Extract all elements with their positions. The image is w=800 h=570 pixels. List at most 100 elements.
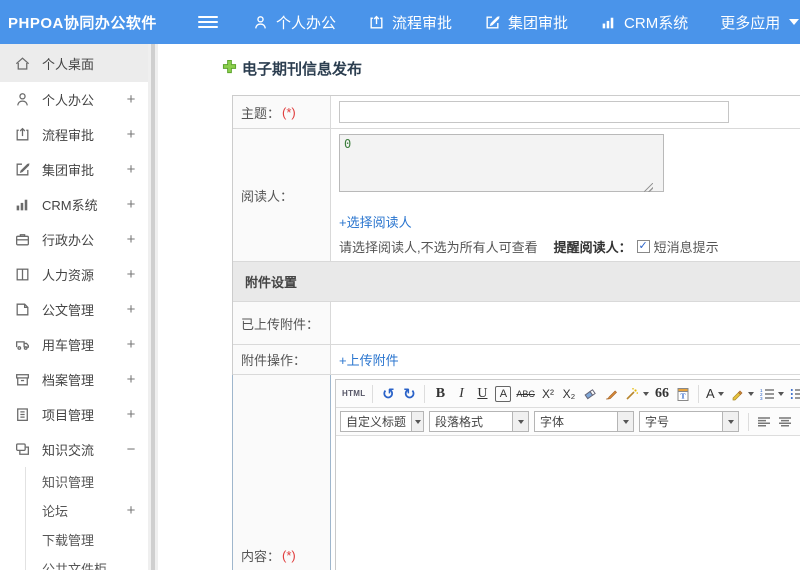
chevron-down-icon — [411, 412, 423, 431]
bold-button[interactable]: B — [430, 383, 450, 404]
text-style-button[interactable]: A — [495, 385, 512, 402]
align-left-icon[interactable] — [754, 411, 774, 432]
italic-button[interactable]: I — [451, 383, 471, 404]
editor-toolbar-row1: HTML ↺ ↻ B I U A ABC X² X₂ 66 T A 1 2 3 — [336, 380, 800, 408]
sidebar-subitem-knowledge-management[interactable]: 知识管理 — [26, 467, 148, 496]
paragraph-format-select[interactable]: 段落格式 — [429, 411, 529, 432]
resize-handle-icon[interactable] — [644, 183, 653, 192]
toolbar-separator — [697, 384, 699, 403]
paste-text-icon[interactable]: T — [673, 383, 693, 404]
sidebar-item-vehicle-management[interactable]: 用车管理 + — [0, 327, 148, 362]
sidebar-item-crm-system[interactable]: CRM系统 + — [0, 187, 148, 222]
sidebar-item-workflow-approval[interactable]: 流程审批 + — [0, 117, 148, 152]
redo-button[interactable]: ↻ — [399, 383, 419, 404]
highlight-color-icon[interactable] — [727, 383, 756, 404]
unordered-list-icon[interactable] — [787, 383, 800, 404]
autoformat-wand-icon[interactable] — [622, 383, 651, 404]
toolbar-separator — [424, 384, 426, 403]
sidebar-subitem-forum[interactable]: 论坛 + — [26, 496, 148, 525]
ordered-list-icon[interactable]: 123 — [757, 383, 786, 404]
sms-label: 短消息提示 — [653, 240, 719, 255]
content-label: 内容： — [241, 548, 281, 564]
readers-textarea[interactable]: 0 — [339, 134, 664, 192]
nav-label: 个人办公 — [276, 14, 337, 32]
form-row-content: 内容： (*) HTML ↺ ↻ B I U A ABC X² X₂ 66 T … — [232, 375, 800, 570]
form-row-attachment-operations: 附件操作： +上传附件 — [233, 345, 800, 375]
subscript-button[interactable]: X₂ — [559, 383, 579, 404]
sidebar-item-document-management[interactable]: 公文管理 + — [0, 292, 148, 327]
sidebar-scrollbar[interactable] — [148, 44, 158, 570]
upload-attachment-link[interactable]: +上传附件 — [339, 350, 399, 369]
uploaded-attachments-label: 已上传附件： — [241, 316, 320, 332]
topbar: PHPOA协同办公软件 个人办公 流程审批 集团审批 CRM系统 更多应用 — [0, 0, 800, 44]
align-right-icon[interactable] — [796, 411, 800, 432]
font-color-button[interactable]: A — [704, 383, 726, 404]
chevron-down-icon — [777, 391, 784, 396]
toolbar-separator — [748, 412, 749, 431]
font-size-select[interactable]: 字号 — [639, 411, 739, 432]
sidebar-submenu-knowledge: 知识管理 论坛 + 下载管理 公共文件柜 — [25, 467, 148, 570]
html-source-button[interactable]: HTML — [340, 383, 367, 404]
sidebar-subitem-download-management[interactable]: 下载管理 — [26, 525, 148, 554]
chat-icon — [14, 441, 31, 458]
edit-icon — [14, 161, 31, 178]
document-icon — [14, 301, 31, 318]
sidebar-item-personal-office[interactable]: 个人办公 + — [0, 82, 148, 117]
clipboard-icon — [14, 406, 31, 423]
editor-content-area[interactable] — [336, 436, 800, 570]
chevron-down-icon — [747, 391, 754, 396]
app-brand: PHPOA协同办公软件 — [8, 14, 157, 32]
hamburger-menu-icon[interactable] — [198, 16, 218, 28]
vehicle-icon — [14, 336, 31, 353]
nav-label: CRM系统 — [624, 14, 689, 32]
sidebar-item-knowledge-exchange[interactable]: 知识交流 − — [0, 432, 148, 467]
subject-label: 主题： — [241, 105, 281, 121]
chevron-down-icon — [512, 412, 528, 431]
top-nav: 个人办公 流程审批 集团审批 CRM系统 更多应用 — [252, 12, 800, 33]
nav-personal-office[interactable]: 个人办公 — [252, 12, 336, 33]
sidebar-item-human-resources[interactable]: 人力资源 + — [0, 257, 148, 292]
form-row-subject: 主题： (*) — [233, 96, 800, 129]
bar-chart-icon — [14, 196, 31, 213]
person-icon — [252, 14, 269, 31]
remind-readers-label: 提醒阅读人： — [553, 240, 632, 255]
chevron-down-icon — [789, 19, 800, 25]
nav-group-approval[interactable]: 集团审批 — [484, 12, 568, 33]
blockquote-button[interactable]: 66 — [652, 383, 672, 404]
attachments-section-header: 附件设置 — [233, 262, 800, 302]
sidebar-item-personal-desktop[interactable]: 个人桌面 — [0, 44, 148, 82]
sidebar-item-project-management[interactable]: 项目管理 + — [0, 397, 148, 432]
custom-style-select[interactable]: 自定义标题 — [340, 411, 424, 432]
subject-input[interactable] — [339, 101, 729, 123]
underline-button[interactable]: U — [472, 383, 492, 404]
workflow-icon — [368, 14, 385, 31]
sms-checkbox[interactable] — [636, 240, 650, 253]
scrollbar-thumb[interactable] — [151, 44, 155, 570]
eraser-icon[interactable] — [580, 383, 600, 404]
page-title: 电子期刊信息发布 — [222, 58, 800, 79]
superscript-button[interactable]: X² — [538, 383, 558, 404]
select-readers-link[interactable]: +选择阅读人 — [339, 212, 412, 231]
nav-more-apps[interactable]: 更多应用 — [720, 12, 800, 33]
align-center-icon[interactable] — [775, 411, 795, 432]
form-row-uploaded-attachments: 已上传附件： — [233, 302, 800, 345]
undo-button[interactable]: ↺ — [378, 383, 398, 404]
editor-toolbar-row2: 自定义标题 段落格式 字体 字号 — [336, 408, 800, 436]
nav-workflow-approval[interactable]: 流程审批 — [368, 12, 452, 33]
chevron-down-icon — [642, 391, 649, 396]
attachment-operations-label: 附件操作： — [241, 353, 307, 368]
required-mark: (*) — [282, 547, 296, 563]
nav-crm-system[interactable]: CRM系统 — [600, 12, 688, 33]
required-mark: (*) — [282, 104, 296, 120]
sidebar-subitem-public-file-cabinet[interactable]: 公共文件柜 — [26, 554, 148, 570]
sidebar-item-archive-management[interactable]: 档案管理 + — [0, 362, 148, 397]
svg-text:T: T — [680, 391, 685, 400]
strikethrough-button[interactable]: ABC — [514, 383, 537, 404]
sidebar-item-administration[interactable]: 行政办公 + — [0, 222, 148, 257]
chevron-down-icon — [722, 412, 738, 431]
nav-label: 流程审批 — [392, 14, 453, 32]
font-family-select[interactable]: 字体 — [534, 411, 634, 432]
format-brush-icon[interactable] — [601, 383, 621, 404]
person-icon — [14, 91, 31, 108]
sidebar-item-group-approval[interactable]: 集团审批 + — [0, 152, 148, 187]
